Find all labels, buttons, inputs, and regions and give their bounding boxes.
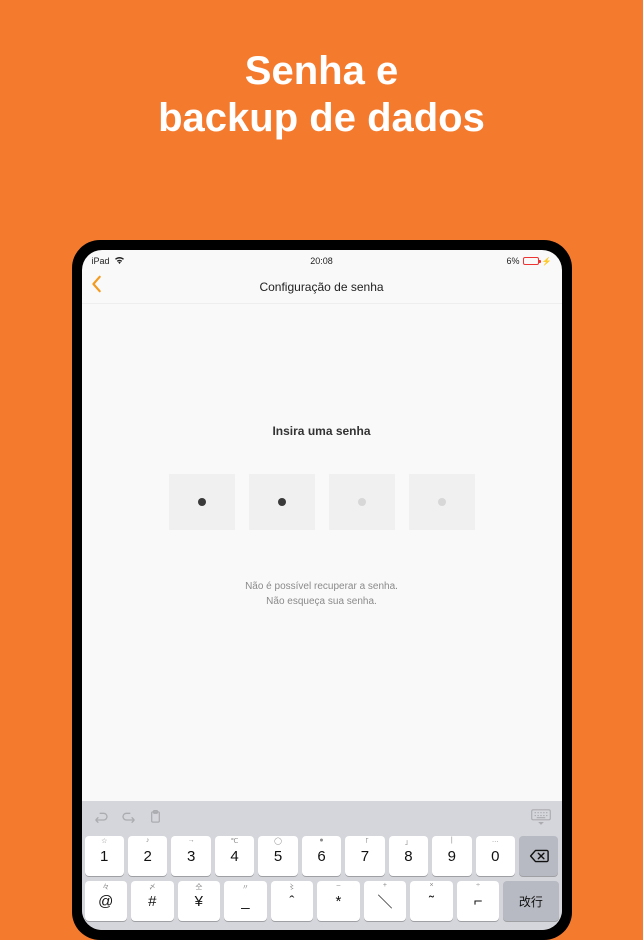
key-¥[interactable]: 仝¥: [178, 881, 221, 921]
keyboard: ☆1♪2→3℃4◯5●6「7」8|9…0 々@〆#仝¥〃_〻ˆ–*+＼×˜÷⌐改…: [82, 801, 562, 930]
wifi-icon: [114, 256, 125, 266]
pin-dot-icon: [358, 498, 366, 506]
screen: iPad 20:08 6% ⚡ Configuração de senha In…: [82, 250, 562, 930]
key-main: 4: [230, 848, 238, 865]
backspace-icon: [529, 849, 549, 863]
page-title: Configuração de senha: [259, 280, 383, 294]
backspace-key[interactable]: [519, 836, 558, 876]
headline-line1: Senha e: [0, 48, 643, 95]
key-7[interactable]: 「7: [345, 836, 384, 876]
charging-icon: ⚡: [542, 257, 552, 266]
key-hint: ☆: [101, 837, 107, 845]
keyboard-hide-icon[interactable]: [531, 809, 551, 830]
key-main: @: [98, 893, 113, 910]
keyboard-row-1: ☆1♪2→3℃4◯5●6「7」8|9…0: [85, 836, 559, 876]
key-hint: |: [451, 837, 453, 844]
key-hint: ♪: [146, 837, 150, 844]
key-main: ˆ: [289, 893, 294, 910]
pin-hint-line1: Não é possível recuperar a senha.: [82, 580, 562, 595]
keyboard-toolbar: [85, 805, 559, 836]
undo-right-icon[interactable]: [121, 811, 137, 829]
key-hint: ÷: [476, 882, 480, 889]
key-hint: 」: [405, 837, 412, 847]
key-main: ˜: [429, 893, 434, 910]
key-main: 9: [448, 848, 456, 865]
pin-dot-icon: [278, 498, 286, 506]
pin-digit-2[interactable]: [249, 474, 315, 530]
key-main: 6: [317, 848, 325, 865]
key-hint: 〃: [242, 882, 249, 892]
key-main: 2: [144, 848, 152, 865]
key-1[interactable]: ☆1: [85, 836, 124, 876]
headline: Senha e backup de dados: [0, 0, 643, 142]
key-#[interactable]: 〆#: [131, 881, 174, 921]
key-9[interactable]: |9: [432, 836, 471, 876]
pin-hint: Não é possível recuperar a senha. Não es…: [82, 580, 562, 609]
status-battery-pct: 6%: [507, 256, 520, 266]
key-⌐[interactable]: ÷⌐: [457, 881, 500, 921]
key-main: 1: [100, 848, 108, 865]
battery-icon: [523, 257, 539, 265]
key-hint: 々: [102, 882, 109, 892]
key-main: ⌐: [474, 893, 483, 910]
key-ˆ[interactable]: 〻ˆ: [271, 881, 314, 921]
chevron-left-icon: [90, 275, 104, 293]
key-main: 0: [491, 848, 499, 865]
pin-dot-icon: [198, 498, 206, 506]
key-_[interactable]: 〃_: [224, 881, 267, 921]
key-hint: –: [336, 882, 340, 889]
key-main: 8: [404, 848, 412, 865]
pin-digit-3[interactable]: [329, 474, 395, 530]
content-area: Insira uma senha Não é possível recupera…: [82, 424, 562, 609]
key-hint: 「: [361, 837, 368, 847]
key-main: 7: [361, 848, 369, 865]
key-hint: …: [492, 837, 499, 844]
key-main: 5: [274, 848, 282, 865]
key-hint: +: [383, 882, 387, 889]
key-hint: 仝: [195, 882, 202, 892]
key-6[interactable]: ●6: [302, 836, 341, 876]
back-button[interactable]: [90, 275, 104, 298]
clipboard-icon[interactable]: [149, 810, 162, 829]
navbar: Configuração de senha: [82, 270, 562, 304]
key-hint: ◯: [274, 837, 282, 845]
ipad-device-frame: iPad 20:08 6% ⚡ Configuração de senha In…: [72, 240, 572, 940]
pin-prompt: Insira uma senha: [82, 424, 562, 438]
key-5[interactable]: ◯5: [258, 836, 297, 876]
status-time: 20:08: [310, 256, 333, 266]
status-device-label: iPad: [92, 256, 110, 266]
key-main: 3: [187, 848, 195, 865]
key-main: _: [241, 893, 249, 910]
key-hint: 〻: [288, 882, 295, 892]
key-hint: →: [188, 837, 195, 844]
key-main: #: [148, 893, 156, 910]
key-hint: ℃: [231, 837, 239, 845]
key-hint: ×: [429, 882, 433, 889]
key-hint: ●: [319, 837, 323, 844]
key-@[interactable]: 々@: [85, 881, 128, 921]
key-hint: 〆: [149, 882, 156, 892]
keyboard-row-2: 々@〆#仝¥〃_〻ˆ–*+＼×˜÷⌐改行: [85, 881, 559, 921]
undo-left-icon[interactable]: [93, 811, 109, 829]
pin-dot-icon: [438, 498, 446, 506]
key-2[interactable]: ♪2: [128, 836, 167, 876]
key-main: ＼: [377, 891, 392, 912]
key-4[interactable]: ℃4: [215, 836, 254, 876]
key-main: *: [336, 893, 342, 910]
key-main: ¥: [195, 893, 203, 910]
key-*[interactable]: –*: [317, 881, 360, 921]
status-bar: iPad 20:08 6% ⚡: [82, 250, 562, 270]
pin-digit-1[interactable]: [169, 474, 235, 530]
headline-line2: backup de dados: [0, 95, 643, 142]
key-main: 改行: [519, 893, 543, 910]
key-3[interactable]: →3: [171, 836, 210, 876]
key-˜[interactable]: ×˜: [410, 881, 453, 921]
key-0[interactable]: …0: [476, 836, 515, 876]
pin-digit-4[interactable]: [409, 474, 475, 530]
pin-hint-line2: Não esqueça sua senha.: [82, 595, 562, 610]
pin-input-row: [82, 474, 562, 530]
key-改行[interactable]: 改行: [503, 881, 558, 921]
key-＼[interactable]: +＼: [364, 881, 407, 921]
key-8[interactable]: 」8: [389, 836, 428, 876]
